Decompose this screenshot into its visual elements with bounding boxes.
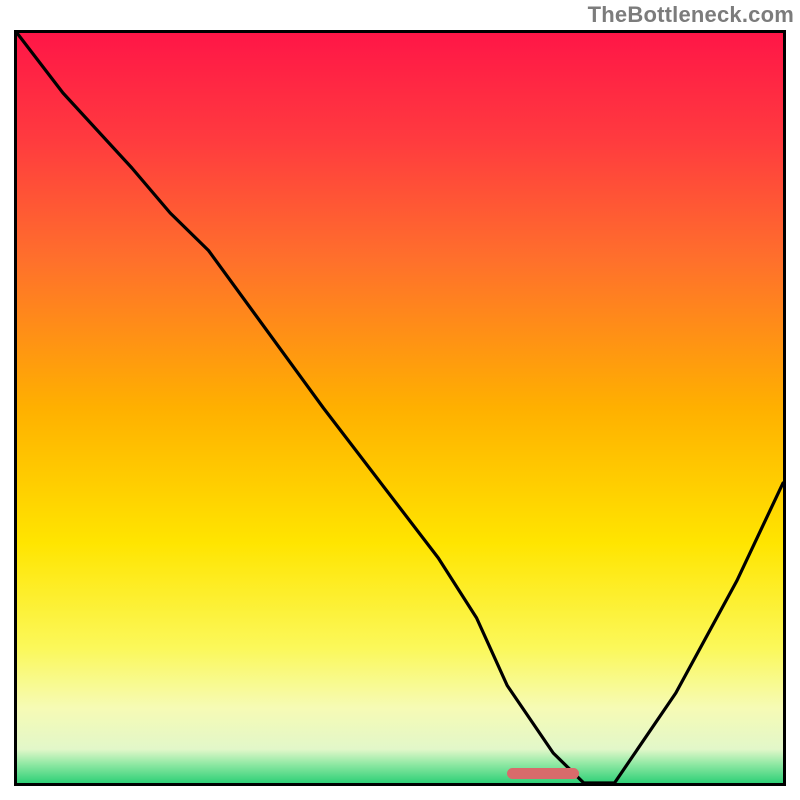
chart-stage: TheBottleneck.com: [0, 0, 800, 800]
gradient-background: [17, 33, 783, 783]
plot-area: [14, 30, 786, 786]
optimum-marker: [507, 768, 579, 779]
gradient-rect: [17, 33, 783, 783]
watermark-text: TheBottleneck.com: [588, 2, 794, 28]
